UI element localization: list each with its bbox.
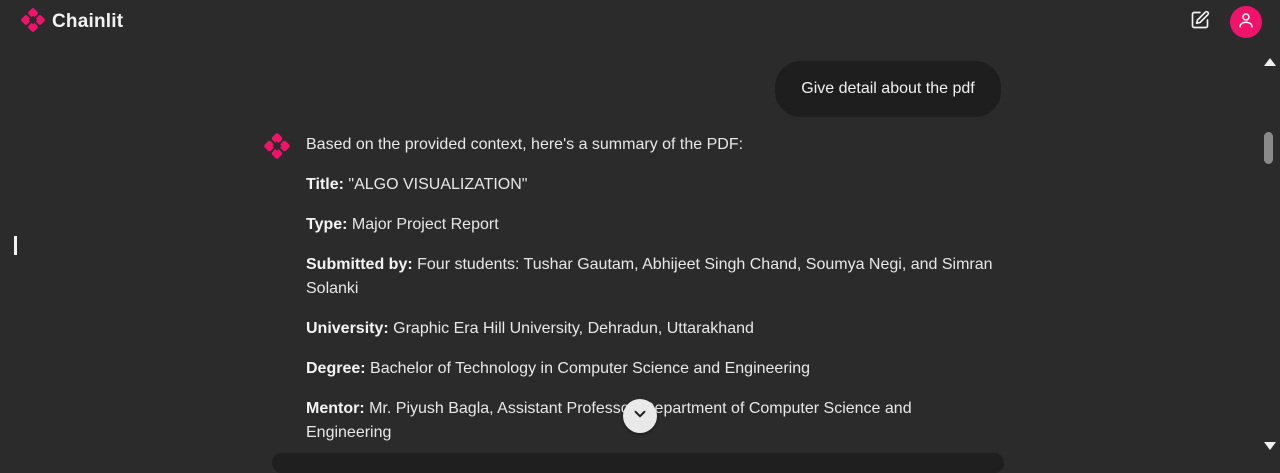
field-label: Mentor:	[306, 400, 365, 417]
app-header: Chainlit	[0, 0, 1280, 44]
field-label: University:	[306, 320, 389, 337]
field-value: Major Project Report	[347, 216, 499, 233]
field-label: Type:	[306, 216, 348, 233]
user-message-bubble: Give detail about the pdf	[775, 61, 1001, 117]
field-type: Type: Major Project Report	[306, 213, 996, 237]
field-label: Title:	[306, 176, 344, 193]
field-label: Degree:	[306, 360, 366, 377]
field-label: Submitted by:	[306, 256, 413, 273]
field-value: "ALGO VISUALIZATION"	[343, 176, 528, 193]
scrollbar-thumb[interactable]	[1264, 132, 1273, 164]
scrollbar[interactable]	[1260, 52, 1280, 460]
scroll-down-arrow-icon[interactable]	[1264, 442, 1276, 450]
brand[interactable]: Chainlit	[20, 7, 123, 38]
user-message-text: Give detail about the pdf	[801, 80, 975, 97]
chainlit-logo-icon	[20, 7, 46, 38]
field-value: Graphic Era Hill University, Dehradun, U…	[388, 320, 754, 337]
new-chat-button[interactable]	[1188, 10, 1212, 34]
user-avatar-button[interactable]	[1230, 6, 1262, 38]
chat-thread: Give detail about the pdf Based on the p…	[0, 44, 1260, 460]
app-name: Chainlit	[52, 11, 124, 32]
field-university: University: Graphic Era Hill University,…	[306, 317, 996, 341]
assistant-intro: Based on the provided context, here's a …	[306, 136, 744, 153]
message-composer[interactable]	[272, 453, 1004, 473]
field-title: Title: "ALGO VISUALIZATION"	[306, 173, 996, 197]
user-icon	[1237, 11, 1255, 34]
field-value: Bachelor of Technology in Computer Scien…	[365, 360, 811, 377]
chevron-down-icon	[631, 405, 649, 428]
scroll-to-bottom-button[interactable]	[623, 399, 657, 433]
assistant-avatar-icon	[263, 132, 291, 165]
edit-icon	[1190, 10, 1210, 35]
field-degree: Degree: Bachelor of Technology in Comput…	[306, 357, 996, 381]
scroll-up-arrow-icon[interactable]	[1264, 58, 1276, 66]
field-submitted-by: Submitted by: Four students: Tushar Gaut…	[306, 253, 996, 301]
field-value: Mr. Piyush Bagla, Assistant Professor, D…	[306, 400, 912, 441]
